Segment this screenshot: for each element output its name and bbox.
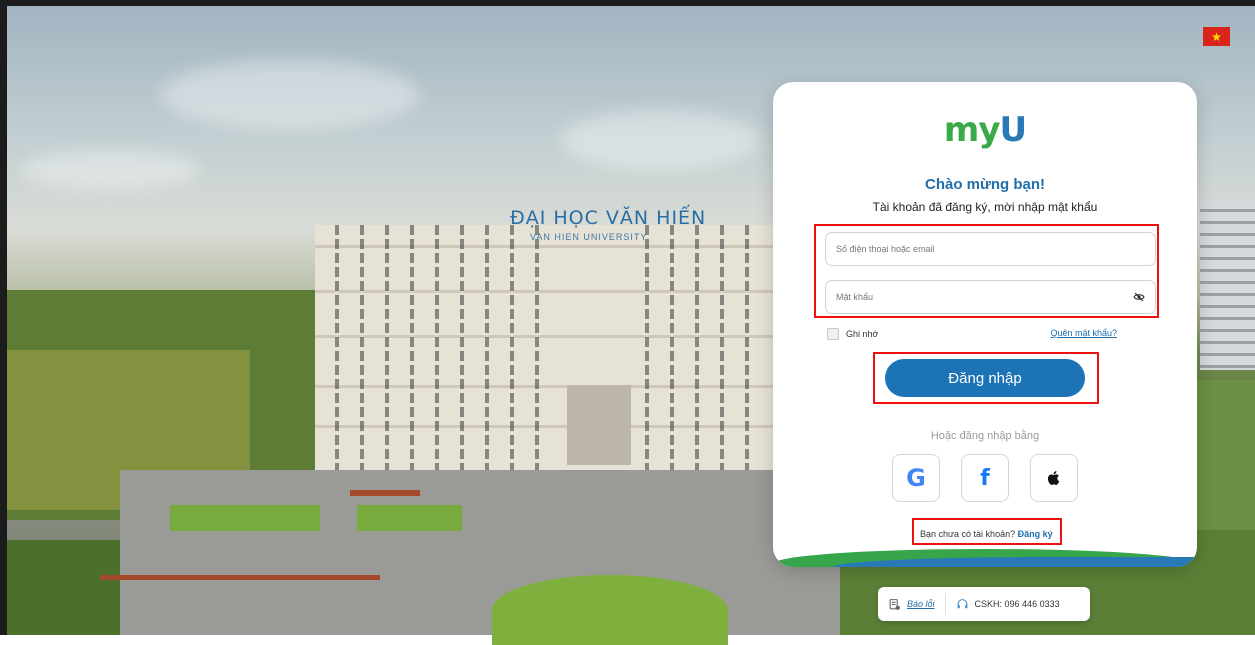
university-name: ĐẠI HỌC VĂN HIẾN	[510, 207, 707, 229]
customer-support[interactable]: CSKH: 096 446 0333	[946, 587, 1070, 621]
report-icon	[889, 598, 900, 610]
report-bug[interactable]: Báo lỗi	[878, 587, 945, 621]
report-bug-link[interactable]: Báo lỗi	[907, 599, 935, 609]
remember-label: Ghi nhớ	[846, 329, 879, 339]
university-building	[315, 225, 775, 470]
apartment-tower	[1200, 200, 1255, 370]
star-icon: ★	[1211, 29, 1222, 44]
building-gate	[567, 385, 631, 465]
annotation-box-login-button	[873, 352, 1099, 404]
welcome-subtitle: Tài khoản đã đăng ký, mời nhập mật khẩu	[872, 200, 1098, 214]
vietnam-flag-icon[interactable]: ★	[1203, 27, 1230, 46]
welcome-title: Chào mừng bạn!	[924, 176, 1046, 193]
trees	[0, 540, 120, 635]
apple-icon	[1047, 470, 1060, 485]
university-subname: VAN HIEN UNIVERSITY	[530, 232, 648, 242]
hedge	[100, 575, 380, 580]
facebook-login-button[interactable]: f	[961, 454, 1009, 502]
cloud	[20, 150, 200, 190]
remember-me[interactable]: Ghi nhớ	[827, 328, 878, 340]
trees	[1197, 380, 1255, 530]
annotation-box-signup	[912, 518, 1062, 545]
lawn	[357, 505, 462, 531]
remember-checkbox[interactable]	[827, 328, 839, 340]
support-phone: CSKH: 096 446 0333	[974, 599, 1060, 609]
headset-icon	[957, 598, 967, 608]
footer-bar: Báo lỗi CSKH: 096 446 0333	[878, 587, 1090, 621]
forgot-password-link[interactable]: Quên mật khẩu?	[1050, 328, 1117, 338]
login-card: myU Chào mừng bạn! Tài khoản đã đăng ký,…	[773, 82, 1197, 567]
road	[120, 470, 840, 635]
hedge	[350, 490, 420, 496]
lawn	[170, 505, 320, 531]
annotation-box-credentials	[814, 224, 1159, 318]
myu-logo: myU	[943, 110, 1027, 150]
google-icon: G	[906, 464, 926, 492]
cloud	[560, 110, 760, 170]
apple-login-button[interactable]	[1030, 454, 1078, 502]
or-login-with-label: Hoặc đăng nhập bằng	[930, 430, 1040, 442]
cloud	[160, 60, 420, 130]
facebook-icon: f	[980, 465, 990, 491]
window-left-border	[0, 0, 7, 635]
window-top-border	[0, 0, 1255, 6]
google-login-button[interactable]: G	[892, 454, 940, 502]
